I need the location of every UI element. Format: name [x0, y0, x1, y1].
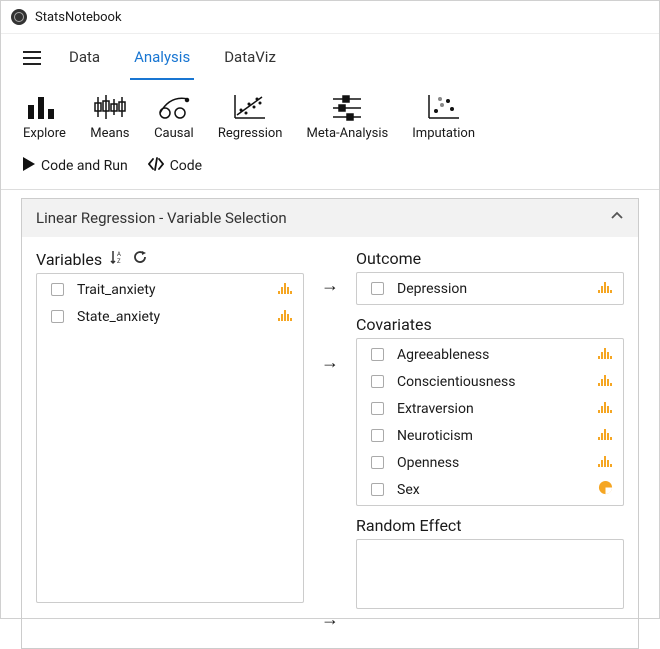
- tool-label: Means: [90, 126, 129, 141]
- causal-icon: [154, 92, 194, 122]
- tab-analysis[interactable]: Analysis: [130, 36, 194, 80]
- outcome-title: Outcome: [356, 249, 421, 268]
- distribution-icon: [597, 454, 613, 472]
- topbar: Data Analysis DataViz: [1, 34, 659, 82]
- reload-icon[interactable]: [132, 249, 148, 269]
- tool-label: Meta-Analysis: [306, 126, 388, 141]
- scatter-icon: [230, 92, 270, 122]
- item-label: Agreeableness: [397, 347, 587, 363]
- tab-data[interactable]: Data: [65, 36, 104, 80]
- analysis-toolbar: Explore Means Causal Regression Meta-Ana…: [1, 82, 659, 147]
- item-checkbox[interactable]: [371, 282, 384, 295]
- item-label: Extraversion: [397, 401, 587, 417]
- item-label: Sex: [397, 482, 588, 498]
- item-checkbox[interactable]: [51, 310, 64, 323]
- sort-az-icon[interactable]: AZ: [110, 249, 124, 269]
- item-label: State_anxiety: [77, 309, 267, 325]
- variables-title: Variables: [36, 250, 102, 269]
- play-icon: [23, 157, 35, 175]
- covariates-listbox[interactable]: Agreeableness Conscientiousness Extraversi…: [356, 338, 624, 506]
- list-item[interactable]: Depression: [357, 275, 623, 302]
- list-item[interactable]: Extraversion: [357, 395, 623, 422]
- tool-causal[interactable]: Causal: [154, 92, 194, 141]
- tool-label: Imputation: [412, 126, 475, 141]
- imputation-icon: [424, 92, 464, 122]
- variables-column: Variables AZ Trait_anxiety State_anxiety: [36, 249, 304, 630]
- item-checkbox[interactable]: [371, 402, 384, 415]
- list-item[interactable]: Agreeableness: [357, 341, 623, 368]
- label: Code: [170, 158, 202, 174]
- run-bar: Code and Run Code: [1, 147, 659, 190]
- item-label: Trait_anxiety: [77, 282, 267, 298]
- item-checkbox[interactable]: [51, 283, 64, 296]
- outcome-listbox[interactable]: Depression: [356, 272, 624, 305]
- covariates-title: Covariates: [356, 315, 432, 334]
- random-effect-listbox[interactable]: [356, 539, 624, 609]
- tool-regression[interactable]: Regression: [218, 92, 283, 141]
- tab-dataviz[interactable]: DataViz: [220, 36, 280, 80]
- code-button[interactable]: Code: [148, 157, 202, 175]
- list-item[interactable]: Conscientiousness: [357, 368, 623, 395]
- svg-text:A: A: [117, 251, 121, 258]
- list-item[interactable]: Neuroticism: [357, 422, 623, 449]
- distribution-icon: [597, 280, 613, 298]
- item-label: Conscientiousness: [397, 374, 587, 390]
- code-and-run-button[interactable]: Code and Run: [23, 157, 128, 175]
- boxplot-icon: [90, 92, 130, 122]
- move-to-outcome-button[interactable]: →: [321, 275, 339, 296]
- targets-column: Outcome Depression Covariates Agreeablen…: [356, 249, 624, 630]
- item-checkbox[interactable]: [371, 456, 384, 469]
- label: Code and Run: [41, 158, 128, 174]
- distribution-icon: [597, 346, 613, 364]
- tool-explore[interactable]: Explore: [23, 92, 66, 141]
- item-label: Depression: [397, 281, 587, 297]
- distribution-icon: [277, 308, 293, 326]
- item-label: Openness: [397, 455, 587, 471]
- move-to-random-button[interactable]: →: [321, 609, 339, 630]
- distribution-icon: [597, 400, 613, 418]
- random-title: Random Effect: [356, 516, 462, 535]
- menu-button[interactable]: [23, 51, 41, 65]
- main-tabs: Data Analysis DataViz: [65, 36, 280, 80]
- list-item[interactable]: State_anxiety: [37, 303, 303, 330]
- item-checkbox[interactable]: [371, 483, 384, 496]
- barchart-icon: [24, 92, 64, 122]
- list-item[interactable]: Trait_anxiety: [37, 276, 303, 303]
- chevron-up-icon: [610, 209, 624, 227]
- item-label: Neuroticism: [397, 428, 587, 444]
- variable-selection-panel: Linear Regression - Variable Selection V…: [21, 198, 639, 649]
- arrow-column: → → →: [316, 249, 344, 630]
- tool-meta[interactable]: Meta-Analysis: [306, 92, 388, 141]
- app-title: StatsNotebook: [35, 10, 122, 25]
- code-icon: [148, 157, 164, 175]
- tool-label: Explore: [23, 126, 66, 141]
- distribution-icon: [597, 427, 613, 445]
- move-to-covariates-button[interactable]: →: [321, 352, 339, 373]
- tool-label: Regression: [218, 126, 283, 141]
- pie-chart-icon: [598, 480, 613, 499]
- svg-text:Z: Z: [117, 258, 121, 265]
- list-item[interactable]: Openness: [357, 449, 623, 476]
- panel-header[interactable]: Linear Regression - Variable Selection: [22, 199, 638, 237]
- forest-plot-icon: [327, 92, 367, 122]
- list-item[interactable]: Sex: [357, 476, 623, 503]
- tool-imputation[interactable]: Imputation: [412, 92, 475, 141]
- item-checkbox[interactable]: [371, 375, 384, 388]
- variables-listbox[interactable]: Trait_anxiety State_anxiety: [36, 273, 304, 603]
- distribution-icon: [277, 281, 293, 299]
- tool-means[interactable]: Means: [90, 92, 130, 141]
- item-checkbox[interactable]: [371, 348, 384, 361]
- app-icon: [11, 9, 27, 25]
- item-checkbox[interactable]: [371, 429, 384, 442]
- panel-body: Variables AZ Trait_anxietyState_anxiety …: [22, 237, 638, 648]
- distribution-icon: [597, 373, 613, 391]
- titlebar: StatsNotebook: [1, 1, 659, 34]
- tool-label: Causal: [154, 126, 194, 141]
- panel-title: Linear Regression - Variable Selection: [36, 209, 287, 227]
